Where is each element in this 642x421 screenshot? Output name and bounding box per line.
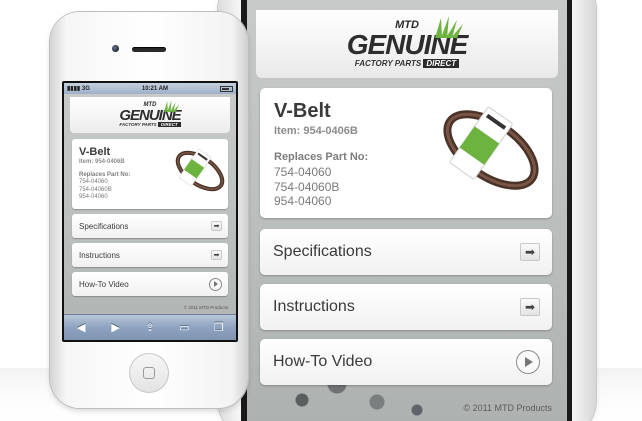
forward-arrow-icon[interactable]: ▶ — [106, 321, 126, 334]
arrow-right-icon: ➡ — [211, 250, 222, 260]
product-title: V-Belt — [274, 100, 331, 122]
logo-direct-text: DIRECT — [423, 59, 460, 68]
logo-subtitle: FACTORY PARTS DIRECT — [119, 122, 181, 128]
status-bar: ▮▮▮▮ 3G 10:21 AM — [64, 83, 236, 94]
arrow-right-icon: ➡ — [520, 243, 540, 261]
how-to-video-button[interactable]: How-To Video — [260, 339, 552, 385]
small-phone-screen: ▮▮▮▮ 3G 10:21 AM MTD GENUINE FACTORY PAR… — [64, 83, 236, 340]
replaced-part: 954-04060 — [274, 194, 332, 208]
replaced-part: 754-04060 — [274, 165, 332, 179]
site-header[interactable]: MTD GENUINE FACTORY PARTS DIRECT — [70, 97, 230, 133]
share-icon[interactable]: ⇪ — [140, 321, 160, 334]
logo-factory-parts-text: FACTORY PARTS — [119, 122, 157, 128]
product-item-number: Item: 954-0406B — [79, 159, 125, 165]
replaced-part: 754-04060B — [79, 186, 112, 193]
bookmarks-icon[interactable]: ▭ — [174, 321, 194, 334]
specifications-label: Specifications — [79, 221, 129, 231]
mtd-genuine-logo[interactable]: MTD GENUINE FACTORY PARTS DIRECT — [347, 16, 468, 68]
replaced-part: 754-04060 — [79, 179, 108, 185]
how-to-video-label: How-To Video — [79, 279, 129, 289]
instructions-label: Instructions — [79, 250, 120, 260]
browser-toolbar: ◀ ▶ ⇪ ▭ ❐ — [64, 314, 236, 340]
instructions-button[interactable]: Instructions ➡ — [260, 284, 552, 330]
product-card: V-Belt Item: 954-0406B Replaces Part No:… — [72, 139, 228, 209]
replaced-part: 954-04060 — [79, 194, 108, 200]
replaced-parts-list: 754-04060 754-04060B 954-04060 — [274, 165, 339, 209]
home-square-icon — [143, 367, 155, 379]
copyright-text: © 2011 MTD Products — [183, 305, 228, 310]
how-to-video-button[interactable]: How-To Video — [72, 272, 228, 296]
network-type: 3G — [81, 86, 90, 92]
front-camera-icon — [112, 45, 119, 52]
v-belt-product-image — [175, 149, 225, 192]
grass-logo-icon — [163, 100, 179, 113]
play-icon — [209, 277, 222, 291]
arrow-right-icon: ➡ — [520, 298, 540, 316]
battery-icon — [219, 85, 233, 92]
copyright-text: © 2011 MTD Products — [463, 403, 553, 413]
back-arrow-icon[interactable]: ◀ — [71, 321, 91, 334]
play-icon — [516, 350, 540, 374]
product-item-number: Item: 954-0406B — [274, 125, 358, 137]
logo-subtitle: FACTORY PARTS DIRECT — [354, 59, 460, 68]
site-header[interactable]: MTD GENUINE FACTORY PARTS DIRECT — [256, 10, 558, 78]
logo-direct-text: DIRECT — [157, 122, 181, 128]
replaced-part: 754-04060B — [274, 179, 340, 194]
carrier-signal: ▮▮▮▮ 3G — [67, 86, 90, 92]
logo-factory-parts-text: FACTORY PARTS — [354, 59, 422, 68]
mtd-genuine-logo[interactable]: MTD GENUINE FACTORY PARTS DIRECT — [119, 100, 182, 128]
instructions-label: Instructions — [273, 298, 355, 315]
replaces-label: Replaces Part No: — [274, 151, 369, 163]
grass-logo-icon — [435, 16, 464, 38]
how-to-video-label: How-To Video — [273, 353, 373, 370]
replaces-label: Replaces Part No: — [79, 172, 131, 178]
product-title: V-Belt — [79, 146, 111, 158]
status-time: 10:21 AM — [141, 85, 168, 92]
arrow-right-icon: ➡ — [211, 221, 222, 231]
home-button[interactable] — [129, 353, 169, 393]
specifications-label: Specifications — [273, 243, 372, 260]
large-phone-screen: MTD GENUINE FACTORY PARTS DIRECT V-Belt … — [247, 0, 567, 421]
specifications-button[interactable]: Specifications ➡ — [72, 214, 228, 238]
replaced-parts-list: 754-04060 754-04060B 954-04060 — [79, 179, 112, 202]
pages-icon[interactable]: ❐ — [209, 321, 229, 334]
product-card: V-Belt Item: 954-0406B Replaces Part No:… — [260, 88, 552, 218]
v-belt-product-image — [443, 106, 539, 190]
specifications-button[interactable]: Specifications ➡ — [260, 229, 552, 275]
instructions-button[interactable]: Instructions ➡ — [72, 243, 228, 267]
speaker-grille — [132, 47, 166, 52]
